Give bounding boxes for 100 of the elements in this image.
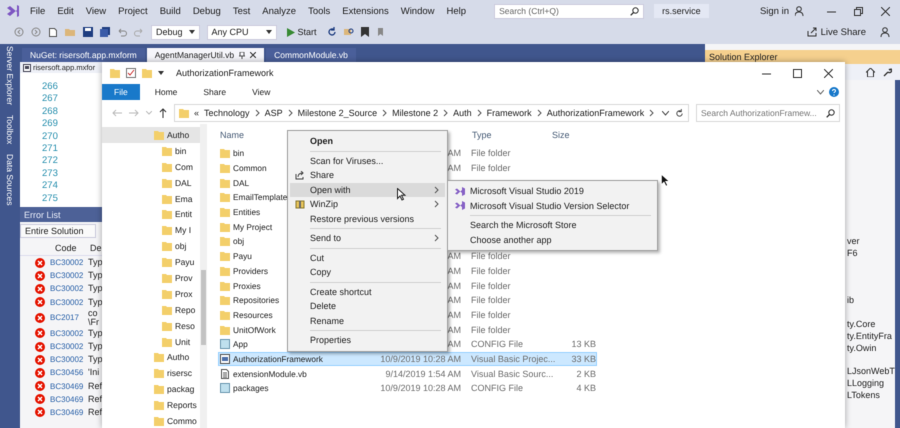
menu-item[interactable]: Edit [57,6,74,16]
bookmark-nav-icon[interactable] [376,27,386,37]
menu-item[interactable]: Extensions [342,6,389,16]
wrench-icon[interactable] [883,68,892,76]
error-code[interactable]: BC30002 [50,271,88,280]
tree-item[interactable]: Ema [102,190,200,206]
file-name[interactable]: bin [233,148,244,158]
tree-item[interactable]: Prov [102,270,200,286]
pin-icon[interactable] [239,52,246,58]
tree-item[interactable]: Reports [102,397,200,414]
menu-item[interactable]: Debug [192,6,221,16]
side-tab[interactable]: Server Explorer [5,46,15,106]
overflow-mark[interactable]: « [194,108,200,118]
new-item-icon[interactable] [48,27,58,37]
menu-item[interactable]: Properties [290,333,445,348]
start-button[interactable]: Start [284,26,320,38]
menu-item[interactable]: Microsoft Visual Studio Version Selector [450,198,655,213]
save-all-icon[interactable] [100,27,110,37]
error-code[interactable]: BC2017 [50,313,88,322]
file-name[interactable]: Entities [233,207,260,218]
file-name[interactable]: Providers [233,266,268,276]
tree-item[interactable]: My I [102,222,200,238]
tree-item[interactable]: Com [102,158,200,175]
tree-item[interactable]: LJsonWebT [847,365,895,377]
close-icon[interactable] [824,68,833,78]
scrollbar[interactable] [200,124,207,428]
tree-item[interactable]: Entit [102,206,200,222]
person-icon[interactable] [795,6,805,16]
menu-item[interactable]: Window [400,6,435,16]
file-name[interactable]: My Project [233,222,272,232]
tree-item[interactable]: Reso [102,318,200,334]
side-tab[interactable]: Data Sources [5,154,15,206]
column-header[interactable]: Code [55,242,90,252]
tree-item[interactable]: Repo [102,302,200,318]
breadcrumb[interactable]: Milestone 2 [392,108,438,118]
forward-icon[interactable] [31,27,41,37]
platform-dropdown[interactable]: Any CPU [206,24,277,40]
file-name[interactable]: packages [233,383,269,394]
file-name[interactable]: EmailTemplate [233,192,288,202]
menu-item[interactable]: Delete [290,299,445,314]
tree-item[interactable]: Unit [102,334,200,350]
column-header[interactable]: Type [472,130,552,140]
document-tab[interactable]: AgentManagerUtil.vb [146,48,264,62]
column-header[interactable]: De [90,242,102,252]
file-name[interactable]: Resources [233,310,273,320]
tree-item[interactable]: ib [847,294,895,306]
help-icon[interactable] [829,87,839,97]
save-icon[interactable] [83,27,93,37]
breadcrumb[interactable]: Framework [486,108,532,118]
error-code[interactable]: BC30002 [50,284,88,294]
file-name[interactable]: Repositories [233,295,280,306]
person-icon[interactable] [880,27,890,37]
search-field[interactable]: Search (Ctrl+Q) [494,4,644,18]
menu-item[interactable]: Send to [290,231,445,246]
sign-in-link[interactable]: Sign in [760,6,789,16]
address-bar[interactable]: « Technology ASP Milestone 2_Source Milestone 2 Auth Framework AuthorizationFramework [174,104,689,122]
tree-item[interactable]: ty.Core [847,318,895,330]
file-name[interactable]: Common [233,163,267,174]
ribbon-tab[interactable]: Share [192,84,238,100]
home-icon[interactable] [866,68,875,76]
file-name[interactable]: App [233,339,248,350]
tree-item[interactable]: ty.EntityFra [847,330,895,342]
dropdown-caret-icon[interactable] [662,110,669,116]
menu-item[interactable]: Cut [290,250,445,265]
error-code[interactable]: BC30002 [50,355,88,364]
menu-item[interactable]: Restore previous versions [290,212,445,226]
menu-item[interactable]: Test [232,6,250,16]
tree-item[interactable]: F6 [847,247,895,259]
menu-item[interactable]: Microsoft Visual Studio 2019 [450,184,655,198]
refresh-icon[interactable] [675,108,684,118]
file-name[interactable]: Proxies [233,280,261,291]
error-code[interactable]: BC30002 [50,342,88,352]
error-code[interactable]: BC30469 [50,382,88,391]
menu-item[interactable]: File [30,6,46,16]
side-tab[interactable]: Toolbox [5,115,15,144]
maximize-icon[interactable] [793,68,802,78]
breadcrumb[interactable]: Milestone 2_Source [298,108,378,118]
error-code[interactable]: BC30469 [50,408,88,417]
breadcrumb[interactable]: Technology [204,108,250,118]
error-code[interactable]: BC30002 [50,298,88,307]
menu-item[interactable]: Tools [308,6,330,16]
scope-dropdown[interactable]: Entire Solution [20,224,96,238]
ribbon-tab[interactable]: Home [144,84,188,100]
file-name[interactable]: extensionModule.vb [233,368,307,379]
file-name[interactable]: DAL [233,178,250,188]
tree-item[interactable]: LLogging [847,377,895,389]
tree-item[interactable]: ty.Owin [847,342,895,354]
tree-item[interactable]: Autho [102,349,200,366]
column-header[interactable]: Size [552,130,612,140]
menu-item[interactable]: Share [290,168,445,182]
restore-icon[interactable] [854,6,863,16]
tree-item[interactable]: Payu [102,254,200,270]
menu-item[interactable]: Build [160,6,181,16]
expand-icon[interactable] [817,90,824,94]
error-code[interactable]: BC30002 [50,328,88,338]
menu-item[interactable]: Copy [290,265,445,280]
breadcrumb[interactable]: AuthorizationFramework [546,108,644,118]
refresh-icon[interactable] [326,27,337,37]
error-code[interactable]: BC30469 [50,394,88,404]
properties-icon[interactable] [126,68,136,78]
